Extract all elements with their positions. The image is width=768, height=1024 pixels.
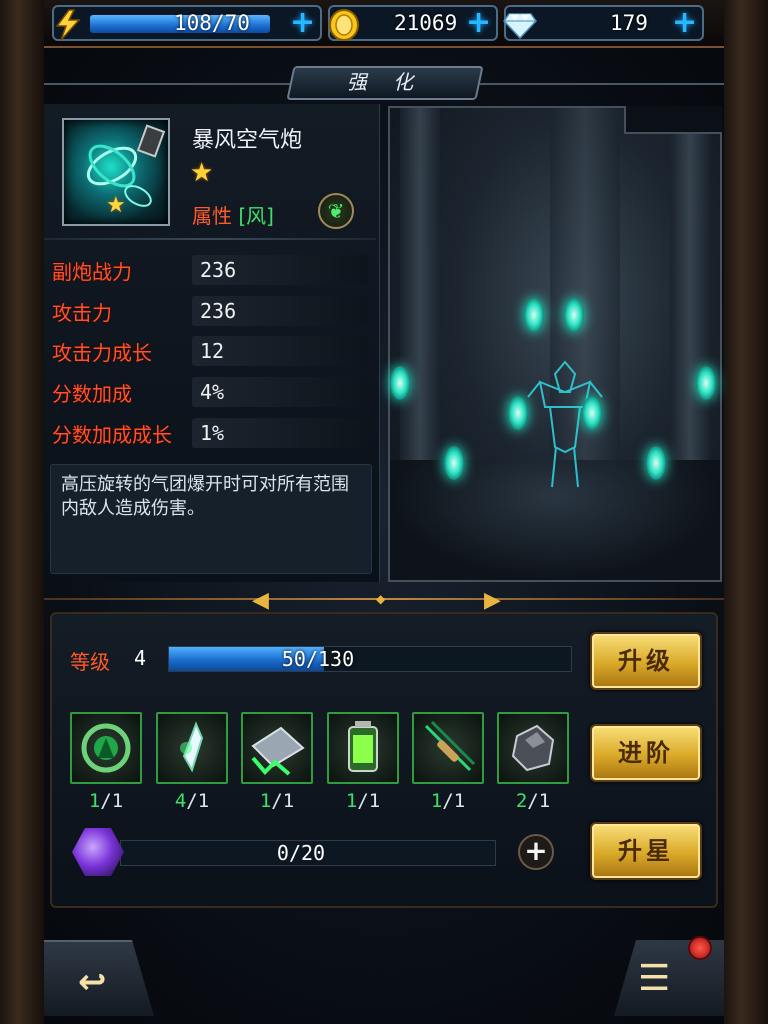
material-have: 1 [345, 790, 358, 812]
weapon-star-rating: ★ [190, 158, 214, 188]
energy-counter: 108/70 + [52, 5, 322, 41]
info-divider [44, 238, 376, 240]
gem-counter: 179 + [503, 5, 704, 41]
stat-label: 副炮战力 [52, 259, 132, 284]
material-need: 1 [282, 790, 295, 812]
menu-plus-icon: ☰ [638, 958, 671, 999]
material-slot[interactable] [241, 712, 313, 784]
separator-gem-icon: ◆ [376, 592, 386, 606]
fragment-count: 0/20 [276, 841, 326, 865]
material-slot[interactable] [70, 712, 142, 784]
stat-label: 攻击力成长 [52, 340, 152, 365]
stat-label: 分数加成 [52, 381, 132, 406]
panel-separator: ◀ ◆ ▶ [44, 586, 724, 613]
wind-orb [444, 446, 464, 480]
material-count: 1/1 [88, 790, 124, 812]
material-count: 1/1 [430, 790, 466, 812]
material-count: 2/1 [515, 790, 551, 812]
material-slot[interactable] [497, 712, 569, 784]
gold-coin-icon [324, 5, 364, 45]
left-frame [0, 0, 44, 1024]
material-slot[interactable] [156, 712, 228, 784]
star-up-button[interactable]: 升星 [590, 822, 702, 880]
bullet-icon [424, 720, 476, 772]
attribute-value: [风] [238, 204, 274, 228]
separator-arrow-left-icon: ◀ [252, 588, 269, 613]
material-have: 1 [259, 790, 272, 812]
wind-leaf-icon: ❦ [318, 193, 354, 229]
stat-value: 4% [192, 377, 368, 407]
title-rule-left [44, 83, 290, 85]
material-count: 1/1 [345, 790, 381, 812]
material-count: 4/1 [174, 790, 210, 812]
weapon-name: 暴风空气炮 [192, 128, 303, 153]
wind-orb [582, 396, 602, 430]
exp-text: 50/130 [281, 647, 355, 671]
stat-value: 1% [192, 418, 368, 448]
material-have: 1 [430, 790, 443, 812]
stat-label: 分数加成成长 [52, 422, 172, 447]
crystal-shard-icon [180, 721, 204, 773]
material-have: 1 [88, 790, 101, 812]
material-need: 1 [111, 790, 124, 812]
stat-label: 攻击力 [52, 300, 112, 325]
upgrade-button[interactable]: 升级 [590, 632, 702, 690]
stat-value: 12 [192, 336, 368, 366]
wind-orb [508, 396, 528, 430]
title-rule-right [480, 83, 724, 85]
attribute-label: 属性 [192, 204, 232, 228]
wind-orb [524, 298, 544, 332]
stat-row: 分数加成 4% [52, 377, 368, 407]
notification-dot [688, 936, 712, 960]
page-title: 强 化 [346, 70, 424, 94]
separator-arrow-right-icon: ▶ [484, 588, 501, 613]
stat-value: 236 [192, 296, 368, 326]
stat-row: 攻击力 236 [52, 296, 368, 326]
stat-row: 副炮战力 236 [52, 255, 368, 285]
right-frame [724, 0, 768, 1024]
material-need: 1 [538, 790, 551, 812]
material-slot[interactable] [327, 712, 399, 784]
material-need: 1 [368, 790, 381, 812]
back-arrow-icon: ↩ [78, 962, 107, 1002]
gem-value: 179 [610, 11, 648, 35]
stat-row: 分数加成成长 1% [52, 418, 368, 448]
stat-value: 236 [192, 255, 368, 285]
wind-orb [390, 366, 410, 400]
advance-button[interactable]: 进阶 [590, 724, 702, 782]
energy-value: 108/70 [174, 11, 250, 35]
icon-star-icon: ★ [106, 193, 126, 218]
material-need: 1 [197, 790, 210, 812]
add-fragment-button[interactable]: + [518, 834, 554, 870]
material-need: 1 [453, 790, 466, 812]
weapon-preview-view [388, 106, 722, 582]
weapon-attribute: 属性 [风] [192, 200, 274, 229]
ring-core-icon [81, 723, 131, 773]
gold-value: 21069 [394, 11, 458, 35]
material-slot[interactable] [412, 712, 484, 784]
add-energy-button[interactable]: + [290, 8, 315, 38]
level-value: 4 [134, 646, 147, 670]
preview-corner-plate [624, 106, 722, 134]
material-have: 2 [515, 790, 528, 812]
ore-chunk-icon [511, 724, 555, 772]
stat-row: 攻击力成长 12 [52, 336, 368, 366]
add-gems-button[interactable]: + [672, 8, 697, 38]
wind-orb [564, 298, 584, 332]
wind-orb [696, 366, 716, 400]
diamond-icon [500, 5, 540, 45]
weapon-icon[interactable]: ★ [62, 118, 170, 226]
weapon-description: 高压旋转的气团爆开时可对所有范围内敌人造成伤害。 [50, 464, 372, 574]
metal-plate-icon [251, 726, 305, 776]
wind-orb [646, 446, 666, 480]
material-have: 4 [174, 790, 187, 812]
resource-bar: 108/70 + 21069 + 179 + [44, 0, 724, 48]
gold-counter: 21069 + [328, 5, 498, 41]
level-label: 等级 [70, 650, 110, 674]
energy-canister-icon [348, 721, 378, 772]
add-gold-button[interactable]: + [466, 8, 491, 38]
lightning-icon [48, 5, 88, 45]
upgrade-screen: 108/70 + 21069 + 179 + 强 化 ★ 暴风空气炮 ★ 属性 … [0, 0, 768, 1024]
material-count: 1/1 [259, 790, 295, 812]
